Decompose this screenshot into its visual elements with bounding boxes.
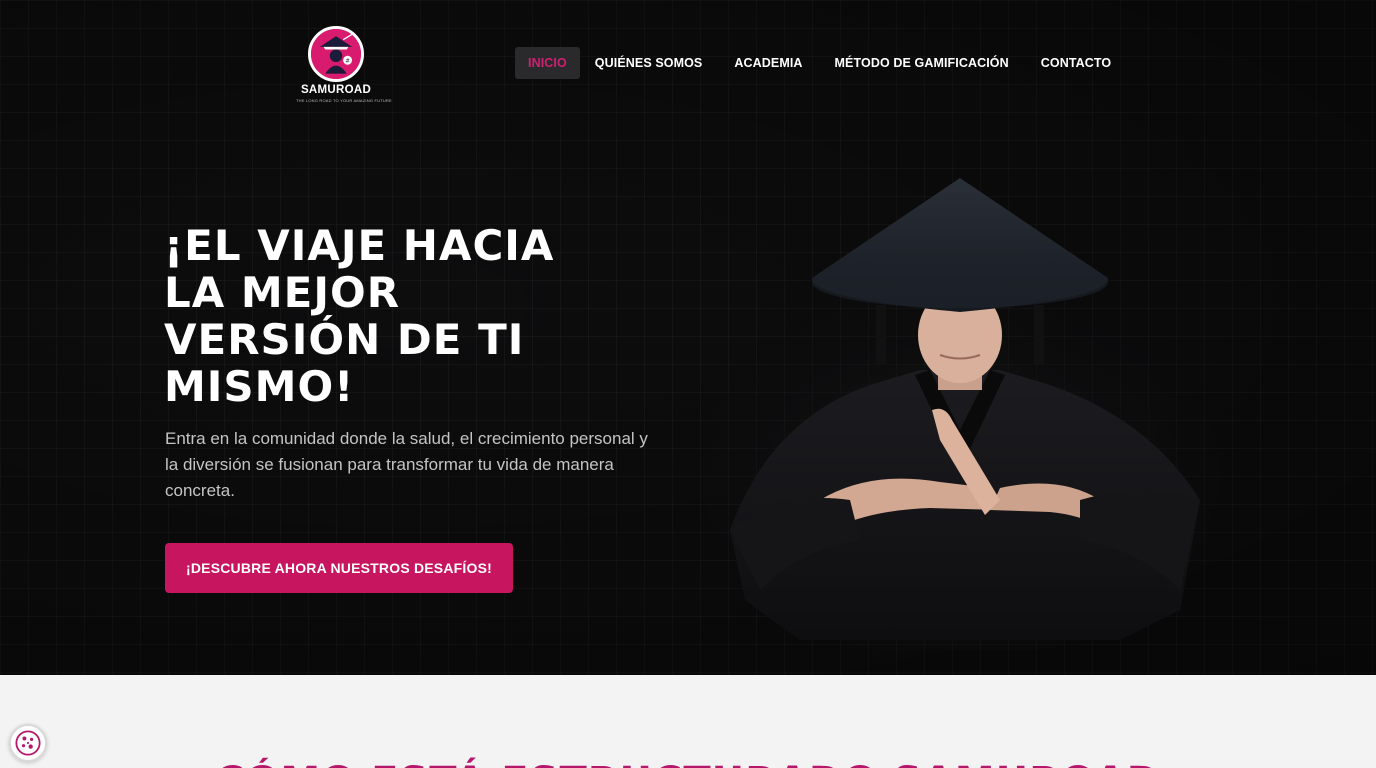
brand-name: SAMUROAD (300, 84, 372, 96)
nav-item-metodo-gamificacion[interactable]: MÉTODO DE GAMIFICACIÓN (822, 47, 1022, 79)
samurai-in-straw-hat-photo (700, 170, 1220, 650)
section-title: CÓMO ESTÁ ESTRUCTURADO SAMUROAD (0, 759, 1376, 768)
nav-item-inicio[interactable]: INICIO (515, 47, 580, 79)
nav-item-academia[interactable]: ACADEMIA (721, 47, 815, 79)
brand-tagline: THE LONG ROAD TO YOUR AMAZING FUTURE (296, 98, 392, 103)
hero-subtext: Entra en la comunidad donde la salud, el… (165, 429, 648, 500)
cookie-icon (15, 730, 41, 756)
svg-text:#: # (345, 58, 350, 64)
nav-item-quienes-somos[interactable]: QUIÉNES SOMOS (582, 47, 716, 79)
structure-section: CÓMO ESTÁ ESTRUCTURADO SAMUROAD (0, 675, 1376, 768)
nav-item-contacto[interactable]: CONTACTO (1028, 47, 1124, 79)
samurai-emblem-icon: # (308, 26, 364, 82)
discover-challenges-button[interactable]: ¡DESCUBRE AHORA NUESTROS DESAFÍOS! (165, 543, 513, 593)
hero-section: # SAMUROAD THE LONG ROAD TO YOUR AMAZING… (0, 0, 1376, 675)
hero-headline: ¡EL VIAJE HACIA LA MEJOR VERSIÓN DE TI M… (164, 221, 555, 411)
site-logo[interactable]: # SAMUROAD THE LONG ROAD TO YOUR AMAZING… (296, 24, 392, 106)
cookie-settings-button[interactable] (9, 724, 47, 762)
main-nav: INICIO QUIÉNES SOMOS ACADEMIA MÉTODO DE … (515, 47, 1126, 79)
